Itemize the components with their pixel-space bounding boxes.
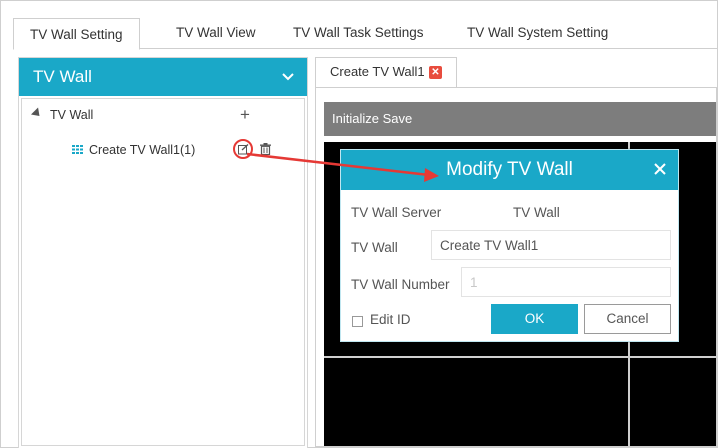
- doc-tab-create-tv-wall1[interactable]: Create TV Wall1 ✕: [315, 57, 457, 87]
- add-icon[interactable]: +: [240, 106, 250, 123]
- tree-item-create-tv-wall1[interactable]: Create TV Wall1(1): [89, 140, 195, 160]
- tv-wall-panel: TV Wall TV Wall + Create TV Wall1(1): [18, 57, 308, 448]
- cancel-button[interactable]: Cancel: [584, 304, 671, 334]
- close-icon[interactable]: [653, 162, 667, 176]
- edit-id-label: Edit ID: [370, 312, 411, 327]
- dialog-header: Modify TV Wall: [341, 150, 678, 190]
- tab-tv-wall-task-settings[interactable]: TV Wall Task Settings: [293, 17, 424, 49]
- name-label: TV Wall: [351, 240, 398, 255]
- chevron-down-icon[interactable]: [281, 70, 295, 84]
- dialog-title: Modify TV Wall: [446, 159, 573, 180]
- expand-triangle-icon[interactable]: [30, 107, 44, 120]
- modify-tv-wall-dialog: Modify TV Wall TV Wall Server TV Wall TV…: [340, 149, 679, 342]
- edit-icon[interactable]: [238, 144, 249, 155]
- doc-tab-label: Create TV Wall1: [330, 64, 425, 79]
- initialize-button[interactable]: Initialize: [332, 111, 379, 126]
- grid-icon: [72, 145, 83, 154]
- screen-divider-horizontal: [324, 356, 716, 358]
- number-label: TV Wall Number: [351, 277, 450, 292]
- tree-root-label[interactable]: TV Wall: [50, 105, 93, 125]
- name-field[interactable]: [431, 230, 671, 260]
- edit-id-checkbox[interactable]: [352, 316, 363, 327]
- editor-toolbar: Initialize Save: [324, 102, 716, 136]
- tab-tv-wall-system-setting[interactable]: TV Wall System Setting: [467, 17, 608, 49]
- panel-header[interactable]: TV Wall: [19, 58, 307, 96]
- top-tab-bar: TV Wall Setting TV Wall View TV Wall Tas…: [13, 11, 717, 50]
- server-label: TV Wall Server: [351, 205, 442, 220]
- tv-wall-tree: TV Wall + Create TV Wall1(1): [21, 98, 305, 446]
- save-button[interactable]: Save: [383, 111, 413, 126]
- server-value: TV Wall: [513, 205, 560, 220]
- panel-title: TV Wall: [33, 67, 92, 86]
- app-window: TV Wall Setting TV Wall View TV Wall Tas…: [0, 0, 718, 448]
- tab-tv-wall-setting[interactable]: TV Wall Setting: [13, 18, 140, 50]
- ok-button[interactable]: OK: [491, 304, 578, 334]
- close-tab-icon[interactable]: ✕: [429, 66, 442, 79]
- delete-icon[interactable]: [260, 143, 271, 155]
- number-field[interactable]: [461, 267, 671, 297]
- tab-tv-wall-view[interactable]: TV Wall View: [176, 17, 256, 49]
